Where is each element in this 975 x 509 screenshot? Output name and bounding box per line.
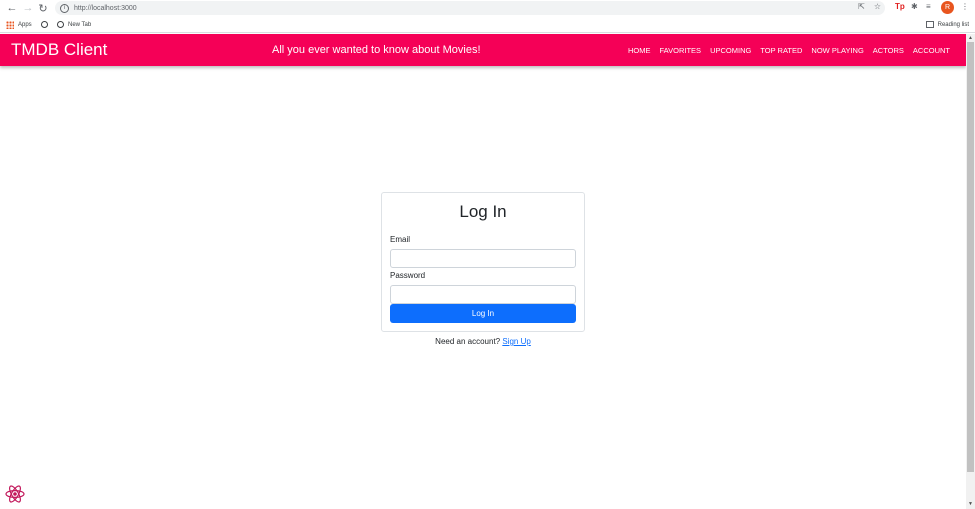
nav-now-playing[interactable]: NOW PLAYING [811,46,863,55]
site-info-icon[interactable]: i [60,3,69,13]
reading-list-icon [925,21,934,28]
email-label: Email [390,235,411,244]
brand-title[interactable]: TMDB Client [11,40,107,60]
menu-icon[interactable]: ⋮ [961,2,969,11]
signup-prompt: Need an account? Sign Up [381,337,585,346]
reading-list-button[interactable]: Reading list [925,21,969,28]
nav-top-rated[interactable]: TOP RATED [760,46,802,55]
email-field[interactable] [390,249,576,268]
bookmark-star-icon[interactable]: ☆ [874,2,881,11]
main-nav: HOME FAVORITES UPCOMING TOP RATED NOW PL… [628,46,950,55]
login-button[interactable]: Log In [390,304,576,323]
extensions-puzzle-icon[interactable]: ✱ [911,2,918,11]
bookmark-apps[interactable]: Apps [6,21,32,29]
nav-account[interactable]: ACCOUNT [913,46,950,55]
nav-upcoming[interactable]: UPCOMING [710,46,751,55]
react-logo-icon[interactable] [5,484,25,504]
page-scrollbar[interactable]: ▲ ▼ [966,34,975,509]
scrollbar-thumb[interactable] [967,42,974,472]
globe-icon [57,21,64,28]
login-card: Log In Email Password Log In [381,192,585,332]
reload-icon[interactable]: ↻ [36,1,50,15]
url-text: http://localhost:3000 [74,4,137,12]
signup-link[interactable]: Sign Up [502,337,530,346]
password-field[interactable] [390,285,576,304]
profile-avatar[interactable]: R [941,1,954,14]
signup-text: Need an account? [435,337,501,346]
app-header: TMDB Client All you ever wanted to know … [0,34,966,66]
reading-list-label: Reading list [937,21,969,28]
extension-icon[interactable]: Tp [895,2,905,11]
bookmarks-bar: Apps New Tab Reading list [0,16,975,33]
share-icon[interactable]: ⇱ [858,2,865,11]
password-label: Password [390,271,426,280]
header-tagline: All you ever wanted to know about Movies… [272,44,481,56]
back-icon[interactable]: ← [5,1,19,15]
login-title: Log In [459,202,507,221]
browser-toolbar: ← → ↻ i http://localhost:3000 ⇱ ☆ Tp ✱ ≡… [0,0,975,16]
bookmark-globe[interactable] [41,21,48,28]
media-icon[interactable]: ≡ [926,2,931,11]
bookmark-label: Apps [18,22,32,28]
globe-icon [41,21,48,28]
address-bar[interactable]: i http://localhost:3000 ⇱ ☆ [55,1,885,15]
nav-home[interactable]: HOME [628,46,651,55]
bookmark-new-tab[interactable]: New Tab [57,21,91,28]
apps-grid-icon [6,21,14,29]
scroll-up-icon[interactable]: ▲ [968,35,973,41]
nav-actors[interactable]: ACTORS [873,46,904,55]
bookmark-label: New Tab [68,21,92,28]
forward-icon[interactable]: → [21,1,35,15]
scroll-down-icon[interactable]: ▼ [968,501,973,507]
nav-favorites[interactable]: FAVORITES [660,46,702,55]
